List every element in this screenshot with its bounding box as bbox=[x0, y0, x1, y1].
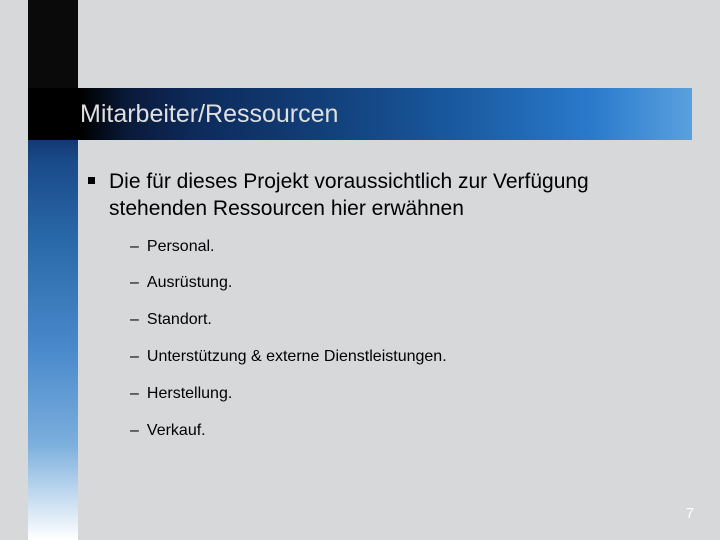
page-number: 7 bbox=[686, 505, 694, 522]
dash-icon: – bbox=[130, 347, 139, 368]
sub-item-text: Verkauf. bbox=[147, 421, 206, 442]
list-item: – Verkauf. bbox=[130, 421, 678, 442]
sub-item-text: Ausrüstung. bbox=[147, 273, 232, 294]
list-item: – Personal. bbox=[130, 237, 678, 258]
sub-item-text: Unterstützung & externe Dienstleistungen… bbox=[147, 347, 447, 368]
slide-title: Mitarbeiter/Ressourcen bbox=[80, 100, 338, 129]
content-area: Die für dieses Projekt voraussichtlich z… bbox=[88, 168, 678, 457]
list-item: – Herstellung. bbox=[130, 384, 678, 405]
main-bullet-text: Die für dieses Projekt voraussichtlich z… bbox=[109, 168, 678, 223]
list-item: – Unterstützung & externe Dienstleistung… bbox=[130, 347, 678, 368]
list-item: – Ausrüstung. bbox=[130, 273, 678, 294]
sub-item-text: Herstellung. bbox=[147, 384, 232, 405]
sub-bullet-list: – Personal. – Ausrüstung. – Standort. – … bbox=[130, 237, 678, 442]
dash-icon: – bbox=[130, 237, 139, 258]
main-bullet-row: Die für dieses Projekt voraussichtlich z… bbox=[88, 168, 678, 223]
square-bullet-icon bbox=[88, 177, 95, 184]
left-gradient-band bbox=[28, 0, 78, 540]
list-item: – Standort. bbox=[130, 310, 678, 331]
dash-icon: – bbox=[130, 310, 139, 331]
sub-item-text: Personal. bbox=[147, 237, 215, 258]
dash-icon: – bbox=[130, 273, 139, 294]
dash-icon: – bbox=[130, 384, 139, 405]
sub-item-text: Standort. bbox=[147, 310, 212, 331]
title-bar: Mitarbeiter/Ressourcen bbox=[28, 88, 692, 140]
dash-icon: – bbox=[130, 421, 139, 442]
